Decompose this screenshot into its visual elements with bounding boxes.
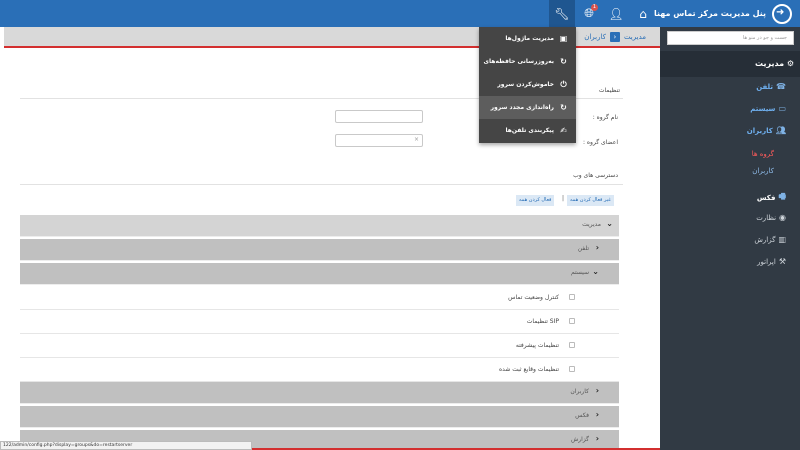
perm-item[interactable]: کنترل وضعیت تماس bbox=[20, 286, 619, 310]
sidebar-item-label: سیستم bbox=[750, 104, 776, 113]
settings-label: تنظیمات bbox=[598, 87, 620, 94]
chevron-right-icon: › bbox=[595, 434, 599, 443]
menu-item-label: بەروزرسانی حافظه‌های bbox=[483, 58, 554, 65]
group-name-input[interactable] bbox=[335, 110, 423, 123]
sidebar-item-report[interactable]: ▥ گزارش bbox=[754, 235, 786, 244]
menu-item-label: راه‌اندازی مجدد سرور bbox=[490, 104, 554, 111]
phone-icon: ☎ bbox=[776, 82, 786, 91]
chevron-left-icon: ‹ bbox=[609, 32, 620, 42]
divider bbox=[20, 184, 623, 185]
group-name-label: نام گروه : bbox=[592, 114, 618, 121]
notification-badge: 1 bbox=[590, 4, 598, 11]
menu-item-shutdown[interactable]: خاموش‌کردن سرور ⏻ bbox=[479, 73, 576, 96]
perm-section-admin[interactable]: مدیریت ⌄ bbox=[20, 215, 619, 237]
chevron-right-icon: › bbox=[595, 386, 599, 395]
perm-item[interactable]: تنظیمات پیشرفته bbox=[20, 334, 619, 358]
modules-icon: ▣ bbox=[559, 34, 568, 43]
sidebar-search-input[interactable]: جست و جو در منو ها bbox=[667, 31, 794, 45]
chevron-right-icon: › bbox=[595, 410, 599, 419]
chevron-down-icon: ⌄ bbox=[592, 267, 599, 276]
sidebar-item-label: فکس bbox=[756, 194, 776, 202]
perm-section-phone[interactable]: تلفن › bbox=[20, 239, 619, 261]
sidebar-item-fax[interactable]: 🖷︎ فکس bbox=[757, 191, 786, 205]
tools-icon: ⚒ bbox=[778, 257, 786, 266]
sidebar-item-users[interactable]: 👥︎ کاربران bbox=[747, 126, 786, 135]
menu-item-label: مدیریت ماژول‌ها bbox=[505, 35, 554, 42]
menu-item-label: پیکربندی تلفن‌ها bbox=[505, 127, 554, 134]
perm-section-system[interactable]: سیستم ⌄ bbox=[20, 263, 619, 285]
menu-item-refresh-cache[interactable]: بەروزرسانی حافظه‌های ↻ bbox=[479, 50, 576, 73]
wrench-icon[interactable]: 🔧︎ bbox=[549, 0, 575, 27]
sidebar-item-label: تلفن bbox=[756, 82, 774, 91]
perm-section-label: مدیریت bbox=[582, 221, 601, 228]
perm-checkbox[interactable] bbox=[569, 318, 575, 324]
menu-item-label: خاموش‌کردن سرور bbox=[497, 81, 554, 88]
sidebar-item-operator[interactable]: ⚒ اپراتور bbox=[757, 257, 786, 266]
sidebar-section-label: مدیریت bbox=[755, 59, 785, 68]
gear-icon: ⚙ bbox=[786, 59, 794, 68]
perm-section-label: سیستم bbox=[571, 269, 589, 276]
perm-item[interactable]: تنظیمات SIP bbox=[20, 310, 619, 334]
sidebar-item-system[interactable]: ▭ سیستم bbox=[750, 104, 786, 113]
sidebar-item-label: گزارش bbox=[754, 235, 776, 244]
perm-item-label: تنظیمات وقایع ثبت شده bbox=[498, 366, 559, 373]
sidebar-item-monitoring[interactable]: ◉ نظارت bbox=[756, 213, 786, 222]
clear-icon[interactable]: × bbox=[414, 136, 419, 143]
menu-item-modules[interactable]: مدیریت ماژول‌ها ▣ bbox=[479, 27, 576, 50]
globe-icon[interactable]: 🌐︎ 1 bbox=[576, 0, 602, 27]
chart-icon: ▥ bbox=[778, 235, 786, 244]
menu-item-restart[interactable]: راه‌اندازی مجدد سرور ↻ bbox=[479, 96, 576, 119]
perm-checkbox[interactable] bbox=[569, 366, 575, 372]
sidebar-section-admin[interactable]: مدیریت ⚙ bbox=[660, 51, 800, 77]
eye-icon: ◉ bbox=[779, 213, 786, 222]
perm-checkbox[interactable] bbox=[569, 294, 575, 300]
perm-section-label: فکس bbox=[575, 412, 589, 419]
sidebar-subitem-groups[interactable]: گروه ها bbox=[752, 150, 774, 158]
group-members-select[interactable]: × bbox=[335, 134, 423, 147]
chevron-right-icon: › bbox=[595, 243, 599, 252]
sidebar-item-label: کاربران bbox=[746, 126, 773, 135]
perm-section-label: گزارش bbox=[570, 436, 589, 443]
separator: | bbox=[562, 195, 565, 202]
sidebar-item-label: نظارت bbox=[756, 213, 777, 222]
brand[interactable]: پنل مدیریت مرکز تماس مهنا bbox=[654, 0, 792, 27]
power-icon: ⏻ bbox=[560, 79, 567, 89]
logo-arrow-icon bbox=[772, 3, 792, 24]
restart-icon: ↻ bbox=[560, 103, 567, 112]
sidebar-subitem-users[interactable]: کاربران bbox=[752, 167, 774, 175]
fax-icon: 🖷︎ bbox=[778, 192, 786, 201]
tools-dropdown-menu: مدیریت ماژول‌ها ▣ بەروزرسانی حافظه‌های ↻… bbox=[479, 27, 576, 143]
sidebar: جست و جو در منو ها مدیریت ⚙ ☎ تلفن ▭ سیس… bbox=[660, 27, 800, 450]
chevron-down-icon: ⌄ bbox=[606, 219, 613, 228]
breadcrumb-current[interactable]: کاربران bbox=[584, 33, 606, 41]
menu-item-phone-config[interactable]: پیکربندی تلفن‌ها ✍ bbox=[479, 119, 576, 142]
activate-all-button[interactable]: فعال کردن همه bbox=[516, 195, 555, 206]
breadcrumb-root[interactable]: مدیریت bbox=[624, 33, 646, 41]
perm-section-fax[interactable]: فکس › bbox=[20, 406, 619, 428]
perm-section-users[interactable]: کاربران › bbox=[20, 382, 619, 404]
perm-section-label: تلفن bbox=[577, 245, 589, 252]
perm-item-label: تنظیمات SIP bbox=[526, 318, 559, 325]
perm-item-label: کنترل وضعیت تماس bbox=[508, 294, 559, 301]
status-url: 122/admin/config.php?display=groups&do=r… bbox=[0, 441, 252, 450]
perm-item[interactable]: تنظیمات وقایع ثبت شده bbox=[20, 358, 619, 382]
deactivate-all-button[interactable]: غیر فعال کردن همه bbox=[567, 195, 614, 206]
brand-title: پنل مدیریت مرکز تماس مهنا bbox=[653, 9, 766, 18]
perm-item-label: تنظیمات پیشرفته bbox=[515, 342, 559, 349]
monitor-icon: ▭ bbox=[778, 104, 786, 113]
phone-config-icon: ✍ bbox=[560, 126, 567, 135]
sidebar-item-phone[interactable]: ☎ تلفن bbox=[756, 82, 786, 91]
web-access-label: دسترسی های وب bbox=[573, 172, 618, 179]
top-header: پنل مدیریت مرکز تماس مهنا ⌂ 👤︎ 🌐︎ 1 🔧︎ bbox=[0, 0, 800, 27]
home-icon[interactable]: ⌂ bbox=[630, 0, 656, 27]
breadcrumb: مدیریت ‹ کاربران bbox=[584, 32, 646, 42]
group-members-label: اعضای گروه : bbox=[582, 139, 618, 146]
user-icon[interactable]: 👤︎ bbox=[603, 0, 629, 27]
refresh-icon: ↻ bbox=[560, 57, 567, 66]
users-icon: 👥︎ bbox=[775, 126, 786, 135]
perm-checkbox[interactable] bbox=[569, 342, 575, 348]
perm-section-label: کاربران bbox=[570, 388, 589, 395]
sidebar-item-label: اپراتور bbox=[757, 257, 776, 266]
